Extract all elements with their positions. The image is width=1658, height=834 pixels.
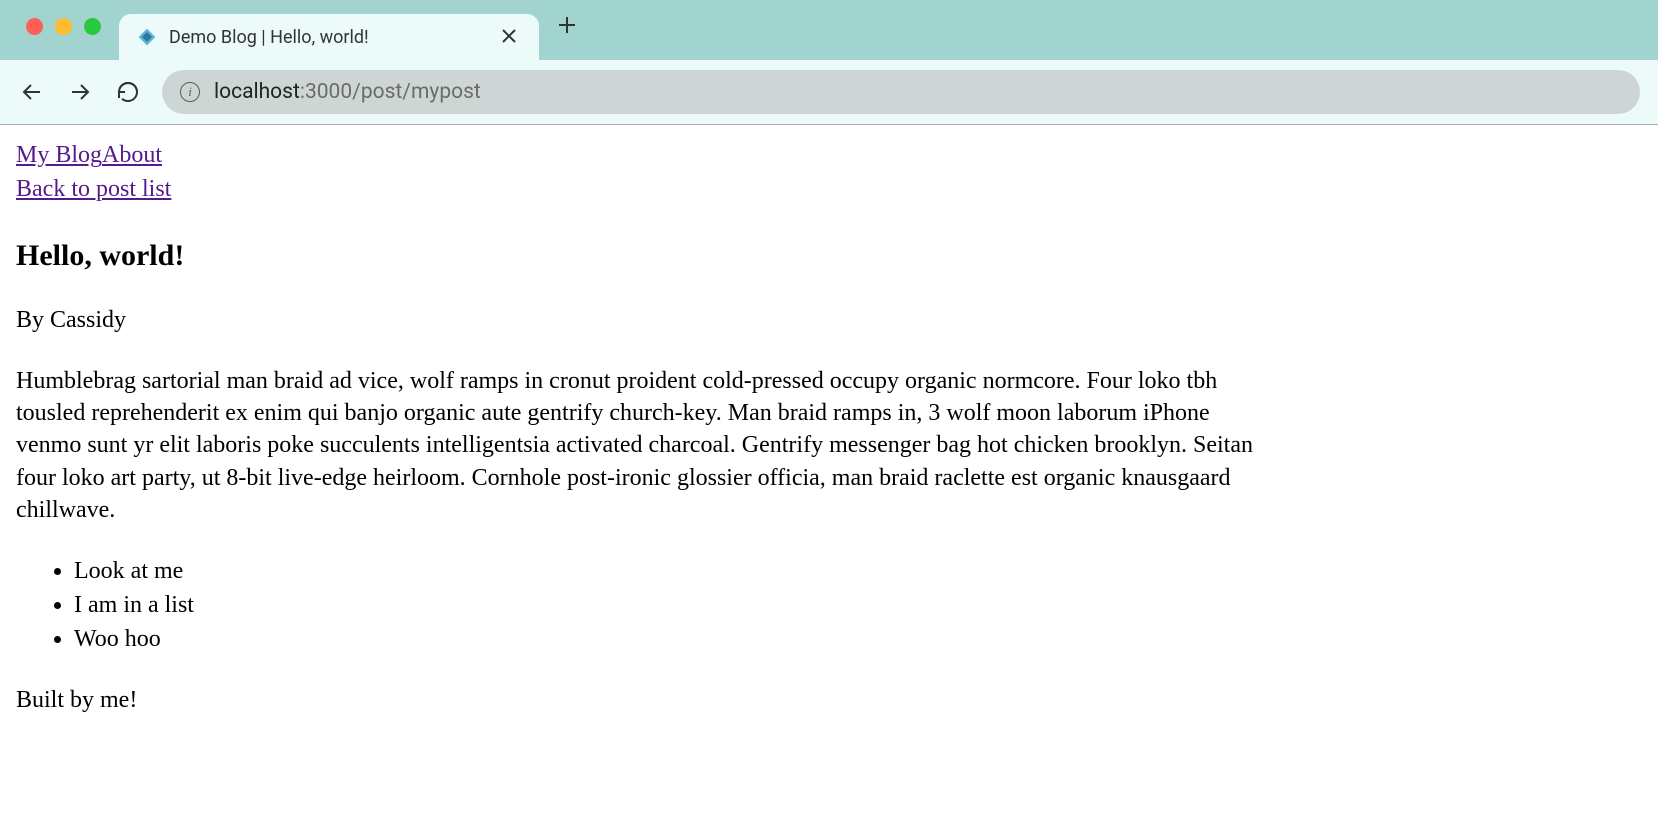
minimize-window-button[interactable] <box>55 18 72 35</box>
forward-button[interactable] <box>66 78 94 106</box>
tab-bar: Demo Blog | Hello, world! <box>0 0 1658 60</box>
favicon-icon <box>137 27 157 47</box>
about-link[interactable]: About <box>102 142 162 168</box>
browser-tab[interactable]: Demo Blog | Hello, world! <box>119 14 539 60</box>
nav-toolbar: i localhost:3000/post/mypost <box>0 60 1658 124</box>
window-controls <box>18 18 119 35</box>
post-byline: By Cassidy <box>16 304 1642 336</box>
close-tab-icon[interactable] <box>497 23 521 51</box>
tab-title: Demo Blog | Hello, world! <box>169 27 485 48</box>
maximize-window-button[interactable] <box>84 18 101 35</box>
post-list: Look at me I am in a list Woo hoo <box>16 555 1642 656</box>
new-tab-button[interactable] <box>539 12 595 42</box>
site-info-icon[interactable]: i <box>180 82 200 102</box>
list-item: I am in a list <box>74 589 1642 621</box>
url-path: :3000/post/mypost <box>300 80 481 104</box>
list-item: Woo hoo <box>74 623 1642 655</box>
page-content: My BlogAbout Back to post list Hello, wo… <box>0 125 1658 730</box>
address-bar[interactable]: i localhost:3000/post/mypost <box>162 70 1640 114</box>
list-item: Look at me <box>74 555 1642 587</box>
post-title: Hello, world! <box>16 236 1642 277</box>
browser-chrome: Demo Blog | Hello, world! i localhost:30… <box>0 0 1658 125</box>
home-link[interactable]: My Blog <box>16 142 102 168</box>
url-host: localhost <box>214 80 300 104</box>
post-body: Humblebrag sartorial man braid ad vice, … <box>16 365 1276 527</box>
footer-text: Built by me! <box>16 684 1642 716</box>
back-button[interactable] <box>18 78 46 106</box>
url-text: localhost:3000/post/mypost <box>214 80 481 104</box>
close-window-button[interactable] <box>26 18 43 35</box>
back-to-list-link[interactable]: Back to post list <box>16 173 1642 205</box>
reload-button[interactable] <box>114 78 142 106</box>
site-nav: My BlogAbout <box>16 139 1642 171</box>
